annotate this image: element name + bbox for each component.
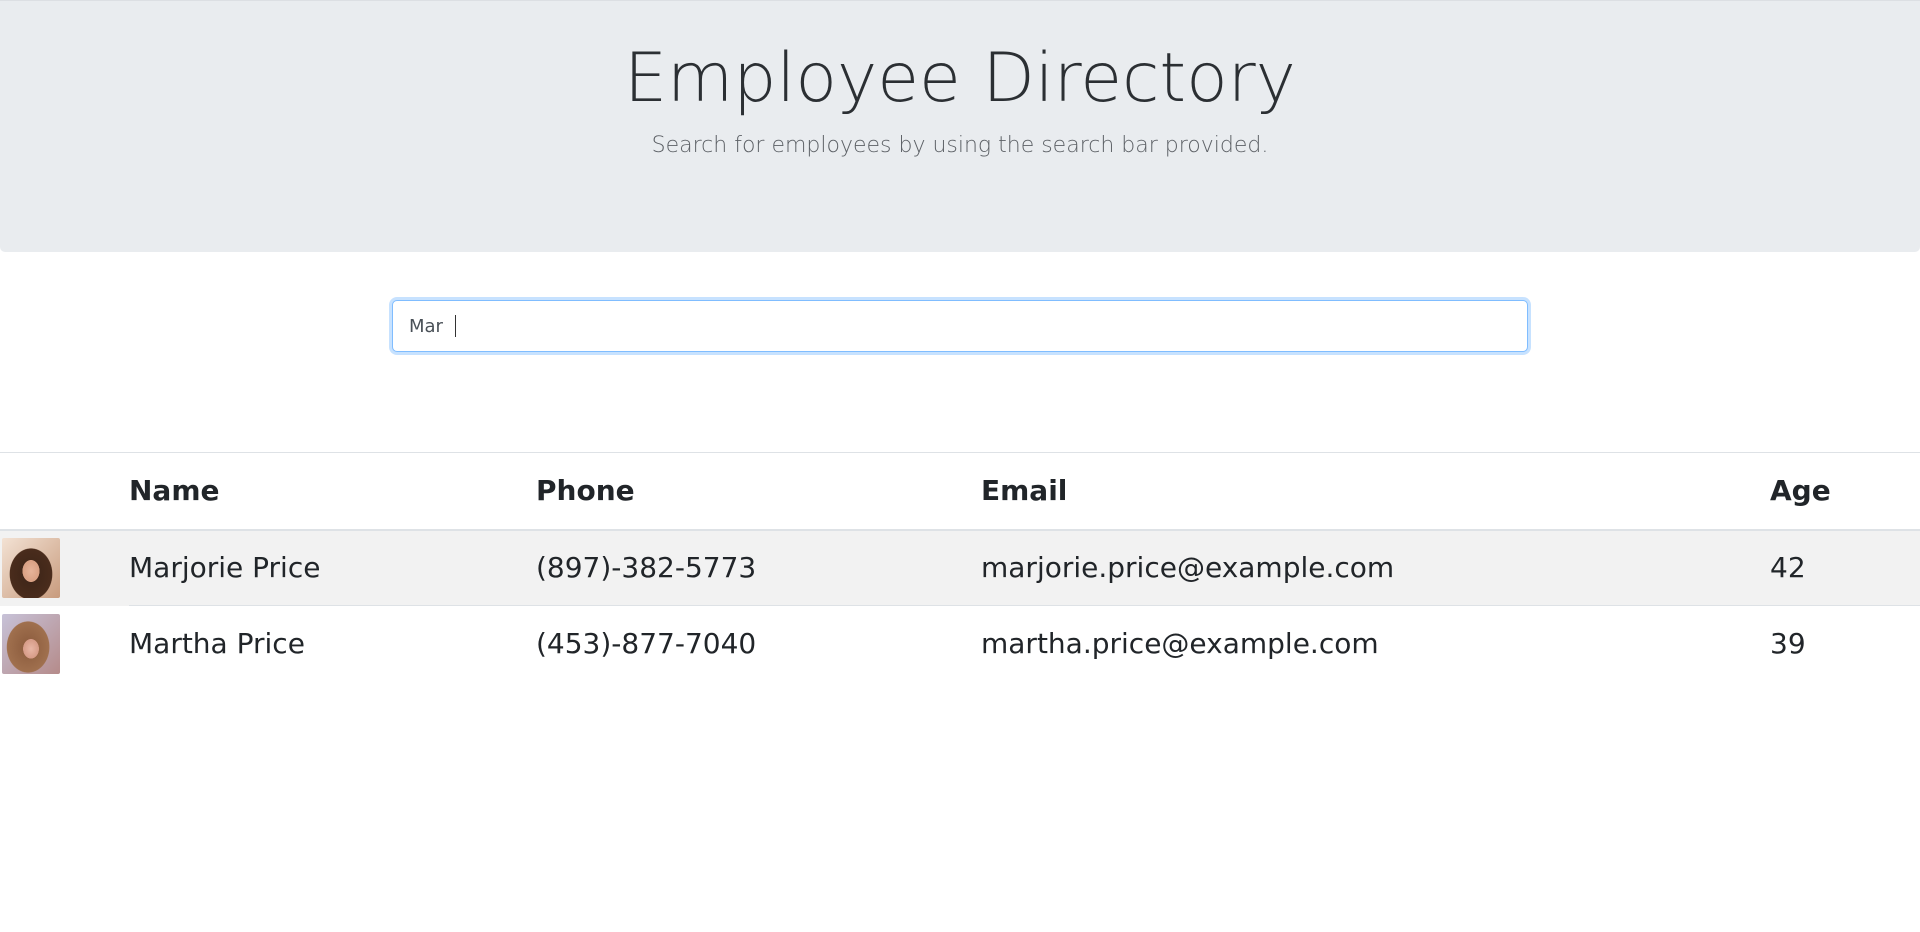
column-header-name[interactable]: Name [129,453,536,530]
employee-photo-icon [2,538,60,598]
avatar-cell [0,606,129,682]
employee-age: 42 [1770,551,1806,585]
employee-table: Name Phone Email Age Marjorie Price (897… [0,452,1920,682]
employee-phone: (453)-877-7040 [536,605,981,682]
table-header: Name Phone Email Age [0,452,1920,530]
column-header-phone[interactable]: Phone [536,453,981,530]
employee-name: Martha Price [129,605,536,682]
text-cursor [455,315,456,337]
employee-email: marjorie.price@example.com [981,551,1395,585]
employee-age: 39 [1770,605,1920,682]
employee-email: martha.price@example.com [981,605,1770,682]
table-row: Marjorie Price (897)-382-5773 marjorie.p… [0,529,1920,606]
employee-phone: (897)-382-5773 [536,551,757,585]
table-header-row: Name Phone Email Age [0,452,1920,530]
avatar-cell [0,530,129,606]
table-body: Marjorie Price (897)-382-5773 marjorie.p… [0,529,1920,682]
table-row: Martha Price (453)-877-7040 martha.price… [0,605,1920,682]
column-header-age[interactable]: Age [1770,453,1920,530]
search-container [392,300,1528,352]
page-header: Employee Directory Search for employees … [0,0,1920,252]
column-header-image [0,453,129,530]
column-header-email[interactable]: Email [981,453,1770,530]
page-subtitle: Search for employees by using the search… [651,133,1269,158]
search-input[interactable] [392,300,1528,352]
employee-name: Marjorie Price [129,551,321,585]
page-title: Employee Directory [624,39,1296,118]
employee-photo-icon [2,613,60,674]
